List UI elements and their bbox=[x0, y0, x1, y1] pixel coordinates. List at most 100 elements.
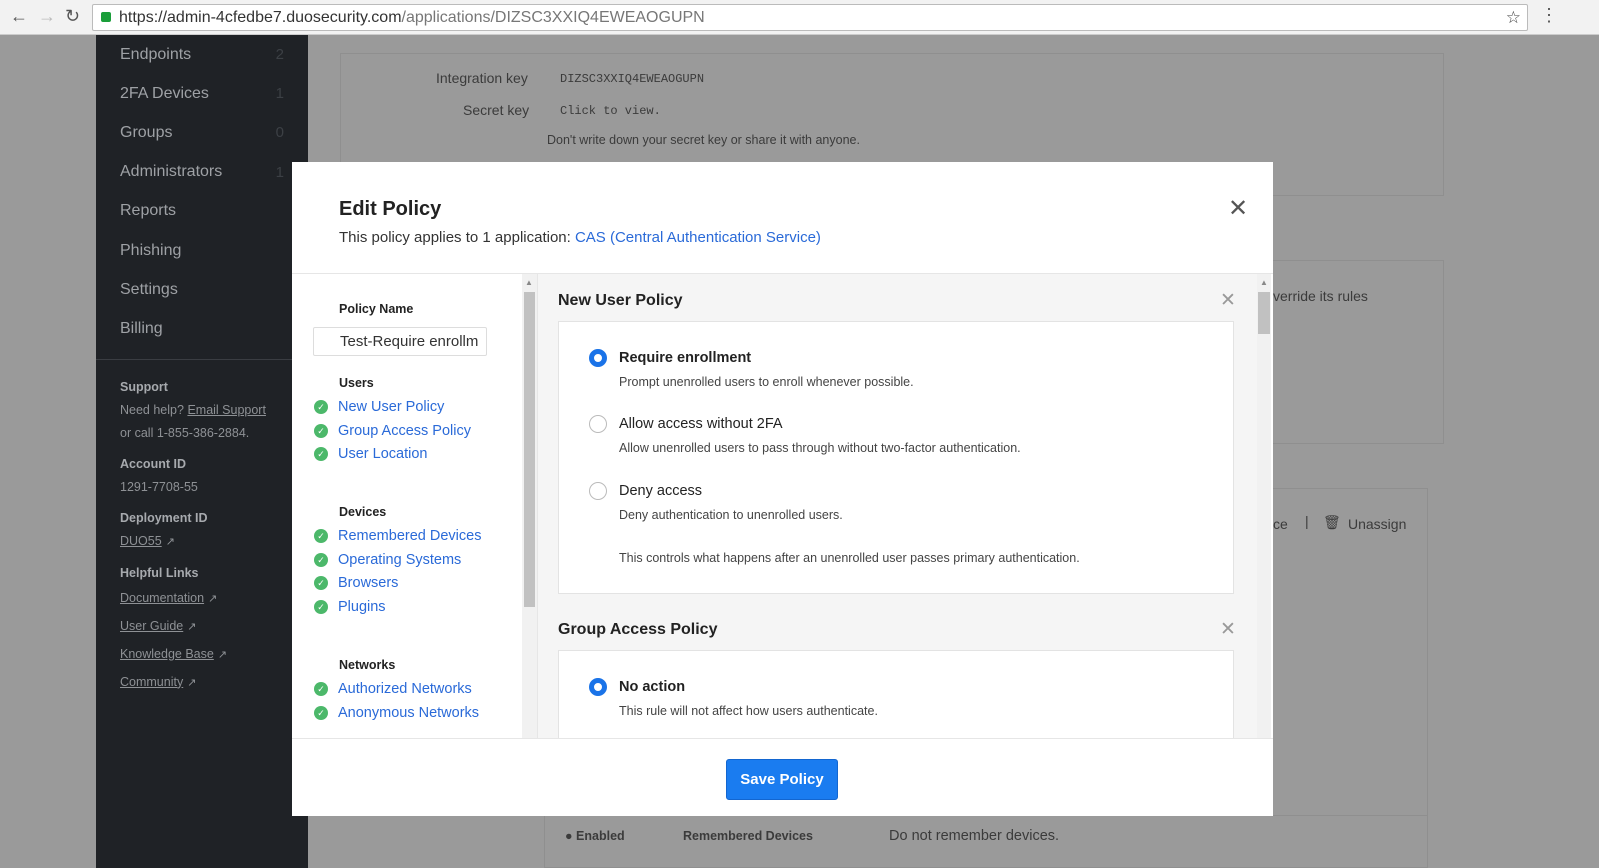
community-link[interactable]: Community bbox=[120, 675, 183, 689]
call-text: or call 1-855-386-2884. bbox=[120, 425, 250, 440]
subtitle-text: This policy applies to 1 application: bbox=[339, 229, 575, 246]
close-icon[interactable]: ✕ bbox=[1228, 194, 1248, 223]
option-label: Require enrollment bbox=[619, 350, 752, 366]
address-bar[interactable]: https://admin-4cfedbe7.duosecurity.com/a… bbox=[92, 4, 1528, 31]
save-policy-button[interactable]: Save Policy bbox=[726, 759, 838, 800]
back-icon[interactable]: ← bbox=[10, 6, 28, 27]
nav-new-user-policy[interactable]: ✓ New User Policy bbox=[314, 399, 444, 415]
policy-name-label: Policy Name bbox=[339, 302, 414, 316]
close-icon[interactable]: ✕ bbox=[1220, 289, 1236, 312]
deployment-id-link[interactable]: DUO55 bbox=[120, 534, 162, 548]
nav-remembered-devices[interactable]: ✓ Remembered Devices bbox=[314, 528, 481, 544]
support-title: Support bbox=[120, 379, 168, 394]
group-access-policy-card: No action This rule will not affect how … bbox=[558, 650, 1234, 738]
scrollbar-thumb[interactable] bbox=[1258, 292, 1270, 334]
label: Anonymous Networks bbox=[338, 705, 480, 721]
sidebar-item-reports[interactable]: Reports bbox=[96, 192, 308, 231]
user-guide-link[interactable]: User Guide bbox=[120, 619, 183, 633]
email-support-link[interactable]: Email Support bbox=[187, 403, 266, 417]
device-text: ce bbox=[1273, 516, 1288, 532]
account-id: 1291-7708-55 bbox=[120, 479, 198, 494]
deployment-id-title: Deployment ID bbox=[120, 510, 208, 525]
close-icon[interactable]: ✕ bbox=[1220, 618, 1236, 641]
check-icon: ✓ bbox=[314, 553, 328, 567]
modal-subtitle: This policy applies to 1 application: CA… bbox=[339, 229, 821, 246]
remembered-devices-label: Remembered Devices bbox=[683, 829, 813, 843]
sidebar: Endpoints 2 2FA Devices 1 Groups 0 Administ… bbox=[96, 35, 308, 868]
external-link-icon: ↗ bbox=[165, 535, 175, 548]
external-link-icon: ↗ bbox=[187, 676, 197, 689]
application-link[interactable]: CAS (Central Authentication Service) bbox=[575, 229, 821, 246]
option-desc: Deny authentication to unenrolled users. bbox=[619, 508, 843, 522]
radio-allow-access[interactable] bbox=[589, 415, 607, 433]
nav-scrollbar[interactable]: ▲ bbox=[522, 274, 537, 738]
devices-heading: Devices bbox=[339, 505, 387, 519]
trash-icon[interactable]: 🗑 bbox=[1323, 514, 1341, 531]
radio-no-action[interactable] bbox=[589, 678, 607, 696]
support-text: Need help? bbox=[120, 402, 184, 417]
scroll-up-icon[interactable]: ▲ bbox=[525, 278, 533, 287]
nav-user-location[interactable]: ✓ User Location bbox=[314, 446, 427, 462]
documentation-link[interactable]: Documentation bbox=[120, 591, 204, 605]
divider bbox=[96, 358, 308, 360]
nav-operating-systems[interactable]: ✓ Operating Systems bbox=[314, 552, 461, 568]
separator: | bbox=[1305, 513, 1309, 529]
policy-note: This controls what happens after an unen… bbox=[619, 551, 1080, 565]
label: Endpoints bbox=[120, 45, 192, 63]
menu-icon[interactable]: ⋮ bbox=[1540, 5, 1558, 26]
count: 2 bbox=[275, 46, 284, 64]
bookmark-star-icon[interactable]: ☆ bbox=[1506, 5, 1521, 30]
sidebar-item-groups[interactable]: Groups 0 bbox=[96, 113, 308, 152]
secret-warning: Don't write down your secret key or shar… bbox=[547, 133, 860, 147]
external-link-icon: ↗ bbox=[187, 620, 197, 633]
nav-plugins[interactable]: ✓ Plugins bbox=[314, 599, 386, 615]
lock-icon bbox=[101, 12, 111, 22]
label: Browsers bbox=[338, 575, 399, 591]
modal-footer: Save Policy bbox=[292, 738, 1273, 816]
scroll-up-icon[interactable]: ▲ bbox=[1260, 278, 1268, 287]
label: Phishing bbox=[120, 241, 182, 259]
label: Authorized Networks bbox=[338, 681, 472, 697]
label: 2FA Devices bbox=[120, 84, 209, 102]
sidebar-item-settings[interactable]: Settings bbox=[96, 270, 308, 309]
support-section: Support Need help? Email Support or call… bbox=[96, 376, 308, 697]
secret-key-label: Secret key bbox=[463, 102, 530, 118]
policy-name-input[interactable]: Test-Require enrollm bbox=[313, 327, 487, 356]
scrollbar-thumb[interactable] bbox=[524, 292, 535, 607]
new-user-policy-heading: New User Policy bbox=[558, 292, 683, 309]
remembered-devices-value: Do not remember devices. bbox=[889, 828, 1060, 844]
secret-key[interactable]: Click to view. bbox=[560, 104, 661, 118]
enabled-status: ● Enabled bbox=[565, 829, 625, 843]
enabled-label: Enabled bbox=[576, 829, 625, 843]
sidebar-item-phishing[interactable]: Phishing bbox=[96, 231, 308, 270]
sidebar-item-endpoints[interactable]: Endpoints 2 bbox=[96, 35, 308, 74]
policy-nav: Policy Name Test-Require enrollm Users ✓… bbox=[292, 274, 522, 738]
sidebar-item-2fa-devices[interactable]: 2FA Devices 1 bbox=[96, 74, 308, 113]
nav-authorized-networks[interactable]: ✓ Authorized Networks bbox=[314, 681, 472, 697]
browser-toolbar: ← → ↻ https://admin-4cfedbe7.duosecurity… bbox=[0, 0, 1599, 35]
label: Remembered Devices bbox=[338, 528, 482, 544]
new-user-policy-card: Require enrollment Prompt unenrolled use… bbox=[558, 321, 1234, 594]
radio-require-enrollment[interactable] bbox=[589, 349, 607, 367]
integration-key-label: Integration key bbox=[436, 70, 528, 86]
nav-anonymous-networks[interactable]: ✓ Anonymous Networks bbox=[314, 705, 479, 721]
url-path: /applications/DIZSC3XXIQ4EWEAOGUPN bbox=[401, 9, 705, 26]
external-link-icon: ↗ bbox=[208, 592, 218, 605]
nav-browsers[interactable]: ✓ Browsers bbox=[314, 575, 398, 591]
forward-icon[interactable]: → bbox=[38, 6, 56, 27]
integration-key: DIZSC3XXIQ4EWEAOGUPN bbox=[560, 72, 705, 86]
devices-panel bbox=[1256, 488, 1428, 868]
label: Billing bbox=[120, 319, 163, 337]
check-icon: ✓ bbox=[314, 682, 328, 696]
unassign-button[interactable]: Unassign bbox=[1348, 516, 1406, 532]
settings-scrollbar[interactable]: ▲ bbox=[1257, 274, 1271, 738]
account-id-title: Account ID bbox=[120, 456, 186, 471]
edit-policy-modal: Edit Policy This policy applies to 1 app… bbox=[292, 162, 1273, 816]
sidebar-item-administrators[interactable]: Administrators 1 bbox=[96, 153, 308, 192]
nav-group-access-policy[interactable]: ✓ Group Access Policy bbox=[314, 423, 471, 439]
radio-deny-access[interactable] bbox=[589, 482, 607, 500]
knowledge-base-link[interactable]: Knowledge Base bbox=[120, 647, 214, 661]
count: 1 bbox=[275, 85, 284, 103]
reload-icon[interactable]: ↻ bbox=[65, 6, 80, 27]
sidebar-item-billing[interactable]: Billing bbox=[96, 309, 308, 348]
